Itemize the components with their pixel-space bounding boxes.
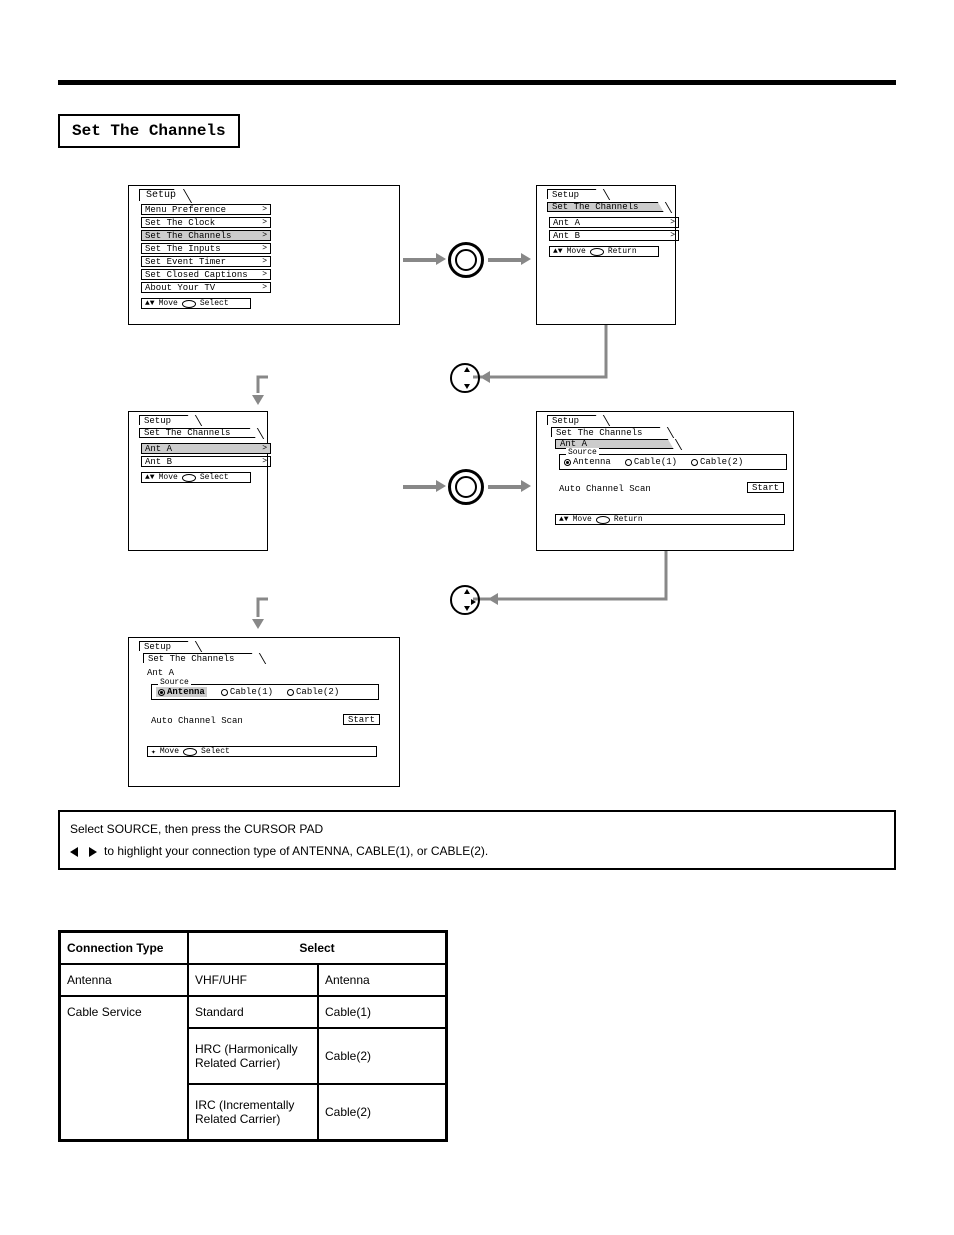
panel-tab: Setup bbox=[139, 189, 183, 201]
table-cell: Cable Service bbox=[60, 996, 188, 1140]
table-cell: Standard bbox=[188, 996, 318, 1028]
table-cell: Cable(2) bbox=[318, 1028, 446, 1084]
hint-bar: ▲▼MoveSelect bbox=[141, 298, 251, 309]
menu-item[interactable]: Set The Inputs> bbox=[141, 243, 271, 254]
panel-ant-a-source-selected: Setup Set The Channels Ant A Source Ante… bbox=[128, 637, 400, 787]
auto-scan-label: Auto Channel Scan bbox=[559, 484, 651, 494]
table-header: Select bbox=[188, 932, 446, 964]
panel-channels-ants: Setup Set The Channels Ant A> Ant B> ▲▼M… bbox=[128, 411, 268, 551]
flow-diagram: Setup Menu Preference> Set The Clock> Se… bbox=[128, 185, 808, 805]
table-cell: Cable(1) bbox=[318, 996, 446, 1028]
menu-item[interactable]: Set The Clock> bbox=[141, 217, 271, 228]
start-button[interactable]: Start bbox=[343, 714, 380, 725]
table-cell: VHF/UHF bbox=[188, 964, 318, 996]
hint-bar: ▲▼MoveSelect bbox=[141, 472, 251, 483]
instruction-box: Select SOURCE, then press the CURSOR PAD… bbox=[58, 810, 896, 870]
table-cell: Antenna bbox=[318, 964, 446, 996]
hint-bar: ▲▼MoveReturn bbox=[549, 246, 659, 257]
panel-setup-main: Setup Menu Preference> Set The Clock> Se… bbox=[128, 185, 400, 325]
table-cell: IRC (Incrementally Related Carrier) bbox=[188, 1084, 318, 1140]
menu-item[interactable]: About Your TV> bbox=[141, 282, 271, 293]
section-heading: Set The Channels bbox=[58, 114, 240, 148]
table-cell: Cable(2) bbox=[318, 1084, 446, 1140]
menu-item[interactable]: Menu Preference> bbox=[141, 204, 271, 215]
dpad-icon bbox=[450, 585, 480, 615]
right-arrow-icon bbox=[89, 847, 97, 857]
hint-bar: ✦MoveSelect bbox=[147, 746, 377, 757]
auto-scan-label: Auto Channel Scan bbox=[151, 716, 243, 726]
instruction-text: to highlight your connection type of ANT… bbox=[104, 844, 488, 858]
source-radio-group[interactable]: Source Antenna Cable(1) Cable(2) bbox=[151, 684, 379, 700]
left-arrow-icon bbox=[70, 847, 78, 857]
menu-item[interactable]: Ant B> bbox=[549, 230, 679, 241]
menu-item[interactable]: Set Closed Captions> bbox=[141, 269, 271, 280]
select-button-icon bbox=[448, 469, 484, 505]
instruction-text: Select SOURCE, then press the CURSOR PAD bbox=[70, 822, 323, 836]
start-button[interactable]: Start bbox=[747, 482, 784, 493]
ant-a-label: Ant A bbox=[147, 668, 174, 678]
dpad-icon bbox=[450, 363, 480, 393]
table-header: Connection Type bbox=[60, 932, 188, 964]
select-button-icon bbox=[448, 242, 484, 278]
panel-set-channels: Setup Set The Channels Ant A> Ant B> ▲▼M… bbox=[536, 185, 676, 325]
menu-item[interactable]: Ant A> bbox=[549, 217, 679, 228]
hint-bar: ▲▼MoveReturn bbox=[555, 514, 785, 525]
table-cell: HRC (Harmonically Related Carrier) bbox=[188, 1028, 318, 1084]
source-radio-group[interactable]: Source Antenna Cable(1) Cable(2) bbox=[559, 454, 787, 470]
table-cell: Antenna bbox=[60, 964, 188, 996]
menu-item[interactable]: Set Event Timer> bbox=[141, 256, 271, 267]
connection-type-table: Connection Type Select Antenna VHF/UHF A… bbox=[58, 930, 448, 1142]
menu-item-selected[interactable]: Ant A> bbox=[141, 443, 271, 454]
menu-item[interactable]: Ant B> bbox=[141, 456, 271, 467]
menu-item-selected[interactable]: Set The Channels> bbox=[141, 230, 271, 241]
panel-ant-a-source: Setup Set The Channels Ant A Source Ante… bbox=[536, 411, 794, 551]
page-rule bbox=[58, 80, 896, 85]
